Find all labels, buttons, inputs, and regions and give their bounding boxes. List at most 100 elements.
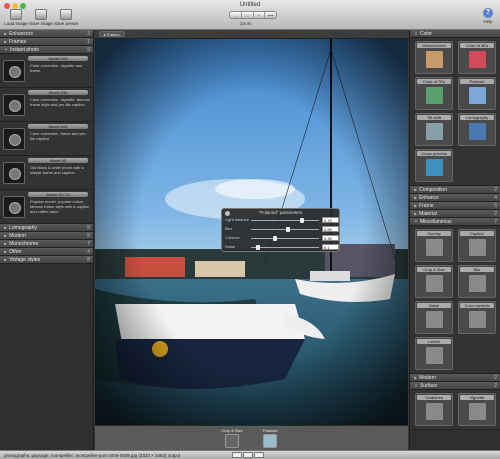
preset-item[interactable]: Model 693 Color correction, frame and per… <box>0 122 93 156</box>
slider-knob[interactable] <box>255 244 260 250</box>
section-header[interactable]: ▶ Modern 2 <box>410 374 500 382</box>
parameter-value-field[interactable]: 0.75 <box>322 217 339 223</box>
disclosure-triangle-icon: ▶ <box>414 195 418 200</box>
parameter-label: Noise <box>225 244 236 249</box>
crossprocess-icon <box>426 159 443 176</box>
section-count: 5 <box>87 233 90 239</box>
editor-tile[interactable]: Color controls <box>458 301 496 334</box>
section-header[interactable]: ▼ Color <box>410 30 500 38</box>
section-header[interactable]: ▶ Modern 5 <box>0 232 93 240</box>
color50-icon <box>469 51 486 68</box>
view-single-button[interactable] <box>232 452 242 458</box>
section-header[interactable]: ▼ Surface 2 <box>410 382 500 390</box>
tile-label: Tilt-shift <box>417 115 451 120</box>
section-header[interactable]: ▶ Vintage styles 8 <box>0 256 93 264</box>
section-count: 7 <box>494 219 497 225</box>
tile-label: Scratches <box>417 395 451 400</box>
parameter-slider[interactable] <box>251 226 319 232</box>
status-bar: photographs: paysage: montpellier: montp… <box>0 450 500 459</box>
disclosure-triangle-icon: ▶ <box>4 257 8 262</box>
tile-label: Crop & Size <box>417 267 451 272</box>
parameter-slider[interactable] <box>251 217 319 223</box>
section-count: 8 <box>87 257 90 263</box>
save-image-button[interactable]: Save image <box>28 9 54 26</box>
editor-tile[interactable]: Caption <box>458 229 496 262</box>
section-label: Enhance <box>419 195 439 201</box>
section-header[interactable]: ▶ Monochrome 7 <box>0 240 93 248</box>
tile-label: Levels <box>417 339 451 344</box>
instant-camera-icon <box>3 196 25 218</box>
editor-tile[interactable]: Noise <box>415 301 453 334</box>
section-header[interactable]: ▶ Enhancers 3 <box>0 30 93 38</box>
caption-icon <box>469 239 486 256</box>
help-button[interactable]: ? Help <box>480 8 496 24</box>
section-header[interactable]: ▼ Miscellaneous 7 <box>410 218 500 226</box>
disclosure-triangle-icon: ▶ <box>4 39 8 44</box>
zoom-out-button[interactable]: - <box>230 12 242 18</box>
editor-tile[interactable]: Blur <box>458 265 496 298</box>
section-header[interactable]: ▼ Instant photo 5 <box>0 46 93 54</box>
section-count: 5 <box>494 203 497 209</box>
preset-item[interactable]: Model 95 Old black & white photo with a s… <box>0 156 93 190</box>
slider-knob[interactable] <box>286 226 291 232</box>
slider-knob[interactable] <box>300 217 304 223</box>
parameter-label: Blur <box>225 226 233 231</box>
section-header[interactable]: ▶ Material 2 <box>410 210 500 218</box>
zoom-actual-button[interactable]: □ <box>242 12 254 18</box>
editor-tile[interactable]: Lomography <box>458 113 496 146</box>
parameter-value-field[interactable]: 0.55 <box>322 226 339 232</box>
tile-label: Blur <box>460 267 494 272</box>
load-image-button[interactable]: Load image <box>3 9 29 26</box>
disclosure-triangle-icon: ▶ <box>4 225 8 230</box>
parameter-row: Colorize 0.35 <box>225 235 339 241</box>
view-compare-button[interactable] <box>243 452 253 458</box>
save-preset-button[interactable]: Save preset <box>53 9 79 26</box>
instant-camera-icon <box>3 128 25 150</box>
parameter-value-field[interactable]: 0.1 <box>322 244 339 250</box>
zoom-control[interactable]: - □ + ⟷ <box>229 11 277 19</box>
editor-tile[interactable]: Tilt-shift <box>415 113 453 146</box>
zoom-fit-button[interactable]: ⟷ <box>265 12 276 18</box>
slider-knob[interactable] <box>272 235 277 241</box>
editor-tile[interactable]: Crop & Size <box>415 265 453 298</box>
editor-tile[interactable]: Levels <box>415 337 453 370</box>
lomography-icon <box>469 123 486 140</box>
editor-tile[interactable]: Scratches <box>415 393 453 426</box>
preset-item[interactable]: Model SX-70 Popular model, popular colors… <box>0 190 93 224</box>
preset-item[interactable]: Model 636 Color correction, vignette, fam… <box>0 88 93 122</box>
preset-item[interactable]: Model 103 Color correction, vignette and … <box>0 54 93 88</box>
section-label: Frames <box>9 39 27 45</box>
zoom-label: Zoom <box>240 21 252 26</box>
stack-item-crop[interactable]: Crop & Size <box>217 428 247 448</box>
editor-tile[interactable]: Color of 50's <box>458 41 496 74</box>
tile-label: Color controls <box>460 303 494 308</box>
stack-item-polaroid[interactable]: Polaroid <box>255 428 285 448</box>
polaroid-parameters-dialog[interactable]: "Polaroid" parameters Light balance 0.75 B… <box>221 208 340 252</box>
editor-tile[interactable]: Cross process <box>415 149 453 182</box>
sliders-icon <box>469 311 486 328</box>
tile-label: Noise <box>417 303 451 308</box>
editor-tile[interactable]: Monochrome <box>415 41 453 74</box>
parameter-value-field[interactable]: 0.35 <box>322 235 339 241</box>
section-header[interactable]: ▶ Frames 1 <box>0 38 93 46</box>
editor-tile[interactable]: Color of 70's <box>415 77 453 110</box>
section-label: Surface <box>419 383 438 389</box>
parameter-slider[interactable] <box>251 244 319 250</box>
editor-tile[interactable]: Vignette <box>458 393 496 426</box>
section-label: Color <box>419 31 432 37</box>
section-header[interactable]: ▶ Enhance 4 <box>410 194 500 202</box>
view-split-button[interactable] <box>254 452 264 458</box>
dialog-title: "Polaroid" parameters <box>258 210 303 215</box>
section-label: Instant photo <box>9 47 39 53</box>
section-header[interactable]: ▶ Lomography 5 <box>0 224 93 232</box>
zoom-in-button[interactable]: + <box>254 12 266 18</box>
color-tiles: Monochrome Color of 50's Color of 70's Pola… <box>410 38 500 186</box>
section-header[interactable]: ▶ Composition 2 <box>410 186 500 194</box>
editor-tile[interactable]: Polaroid <box>458 77 496 110</box>
section-header[interactable]: ▶ Frame 5 <box>410 202 500 210</box>
section-label: Vintage styles <box>9 257 41 263</box>
editor-tile[interactable]: Overlay <box>415 229 453 262</box>
editors-button[interactable]: ▸ Editors <box>99 31 125 37</box>
section-header[interactable]: ▶ Other 4 <box>0 248 93 256</box>
parameter-slider[interactable] <box>251 235 319 241</box>
